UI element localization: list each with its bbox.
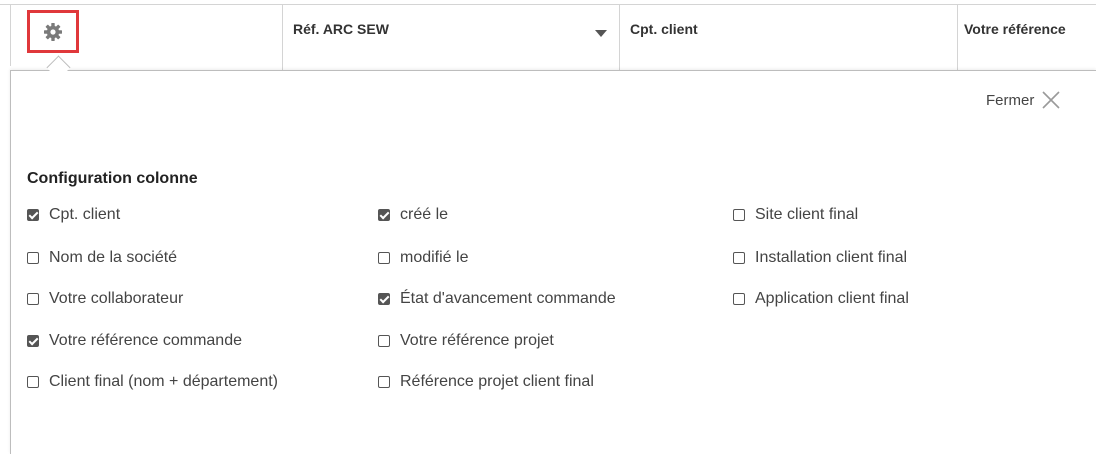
close-icon <box>1040 89 1062 111</box>
checkbox[interactable] <box>378 335 390 347</box>
checkbox[interactable] <box>378 209 390 221</box>
table-header: Réf. ARC SEW Cpt. client Votre référence <box>0 0 1096 72</box>
checkbox[interactable] <box>27 252 39 264</box>
option-label: Votre collaborateur <box>49 290 184 307</box>
option-label: Cpt. client <box>49 206 121 223</box>
section-title: Configuration colonne <box>27 170 198 187</box>
column-label-cpt-client: Cpt. client <box>630 21 698 37</box>
gear-icon <box>44 22 62 41</box>
checkbox[interactable] <box>378 376 390 388</box>
option-label: Site client final <box>755 206 859 223</box>
checkbox[interactable] <box>733 293 745 305</box>
close-button[interactable]: Fermer <box>986 89 1062 111</box>
option-label: Client final (nom + département) <box>49 373 278 390</box>
option-etat-avancement[interactable]: État d'avancement commande <box>378 290 616 308</box>
option-label: Votre référence projet <box>400 332 554 349</box>
checkbox[interactable] <box>27 376 39 388</box>
column-label-votre-reference: Votre référence <box>964 21 1066 37</box>
option-label: Application client final <box>755 290 909 307</box>
checkbox[interactable] <box>27 209 39 221</box>
checkbox[interactable] <box>733 252 745 264</box>
option-label: Votre référence commande <box>49 332 242 349</box>
checkbox[interactable] <box>27 335 39 347</box>
header-cell-ref-arc[interactable]: Réf. ARC SEW <box>282 4 619 66</box>
option-cree-le[interactable]: créé le <box>378 206 448 224</box>
option-cpt-client[interactable]: Cpt. client <box>27 206 120 224</box>
close-label: Fermer <box>986 91 1035 109</box>
option-site-client-final[interactable]: Site client final <box>733 206 858 224</box>
checkbox[interactable] <box>27 293 39 305</box>
header-cell-votre-reference[interactable]: Votre référence <box>957 4 1096 66</box>
header-cell-edge <box>0 4 10 66</box>
option-modifie-le[interactable]: modifié le <box>378 249 468 267</box>
option-nom-societe[interactable]: Nom de la société <box>27 249 177 267</box>
option-votre-reference-projet[interactable]: Votre référence projet <box>378 332 554 350</box>
option-votre-collaborateur[interactable]: Votre collaborateur <box>27 290 183 308</box>
option-application-client-final[interactable]: Application client final <box>733 290 909 308</box>
header-cell-cpt-client[interactable]: Cpt. client <box>619 4 957 66</box>
option-votre-reference-commande[interactable]: Votre référence commande <box>27 332 242 350</box>
checkbox[interactable] <box>733 209 745 221</box>
option-client-final[interactable]: Client final (nom + département) <box>27 373 278 391</box>
caret-down-icon[interactable] <box>595 30 607 37</box>
option-label: État d'avancement commande <box>400 290 616 307</box>
checkbox[interactable] <box>378 293 390 305</box>
option-reference-projet-client-final[interactable]: Référence projet client final <box>378 373 594 391</box>
option-label: créé le <box>400 206 449 223</box>
option-label: Référence projet client final <box>400 373 594 390</box>
column-label-ref-arc: Réf. ARC SEW <box>293 21 389 37</box>
option-installation-client-final[interactable]: Installation client final <box>733 249 907 267</box>
option-label: Installation client final <box>755 249 908 266</box>
option-label: Nom de la société <box>49 249 178 266</box>
option-label: modifié le <box>400 249 469 266</box>
column-settings-button[interactable] <box>27 10 79 53</box>
checkbox[interactable] <box>378 252 390 264</box>
